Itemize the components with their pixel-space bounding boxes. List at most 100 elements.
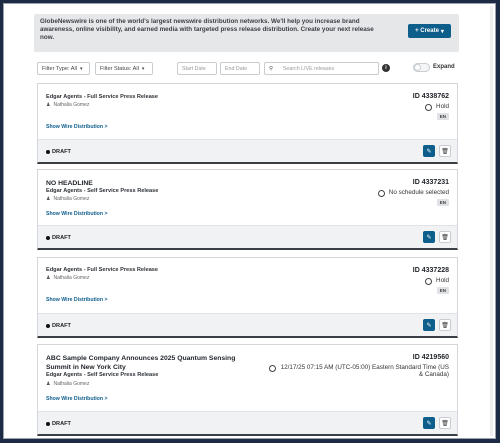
author: ♟ Nathalia Gomez bbox=[46, 275, 89, 281]
status-badge: DRAFT bbox=[46, 323, 71, 329]
release-card: Edgar Agents - Full Service Press Releas… bbox=[37, 83, 458, 164]
clock-icon bbox=[425, 278, 433, 285]
filter-status-select[interactable]: Filter Status: All ▾ bbox=[95, 62, 153, 75]
trash-icon: 🗑 bbox=[441, 234, 449, 241]
release-card: NO HEADLINE Edgar Agents - Self Service … bbox=[37, 169, 458, 250]
person-icon: ♟ bbox=[46, 196, 51, 202]
release-type: Edgar Agents - Self Service Press Releas… bbox=[46, 188, 159, 194]
release-card: ABC Sample Company Announces 2025 Quantu… bbox=[37, 344, 458, 436]
release-id: ID 4338762 bbox=[412, 93, 449, 100]
app-window: GlobeNewswire is one of the world's larg… bbox=[3, 3, 496, 439]
person-icon: ♟ bbox=[46, 275, 51, 281]
pencil-icon: ✎ bbox=[426, 234, 432, 241]
info-icon[interactable]: i bbox=[382, 64, 390, 72]
end-date-input[interactable]: End Date bbox=[220, 62, 260, 75]
search-input[interactable]: ⚲ Search LIVE releases bbox=[264, 62, 379, 75]
schedule: 12/17/25 07:15 AM (UTC-05:00) Eastern St… bbox=[269, 364, 449, 378]
search-placeholder: Search LIVE releases bbox=[282, 65, 335, 72]
release-headline: ABC Sample Company Announces 2025 Quantu… bbox=[46, 355, 236, 371]
delete-button[interactable]: 🗑 bbox=[439, 319, 451, 331]
status-dot-icon bbox=[46, 236, 50, 240]
release-id: ID 4337228 bbox=[412, 267, 449, 274]
pencil-icon: ✎ bbox=[426, 420, 432, 427]
search-icon: ⚲ bbox=[269, 65, 273, 72]
trash-icon: 🗑 bbox=[441, 420, 449, 427]
chevron-down-icon: ▾ bbox=[440, 28, 444, 35]
person-icon: ♟ bbox=[46, 102, 51, 108]
pencil-icon: ✎ bbox=[426, 148, 432, 155]
clock-icon bbox=[269, 365, 276, 372]
schedule-text: Hold bbox=[436, 277, 449, 284]
release-type: Edgar Agents - Full Service Press Releas… bbox=[46, 267, 159, 273]
author-name: Nathalia Gomez bbox=[53, 381, 90, 387]
author-name: Nathalia Gomez bbox=[53, 102, 90, 108]
status-dot-icon bbox=[46, 422, 50, 426]
status-text: DRAFT bbox=[52, 149, 71, 155]
banner-text: GlobeNewswire is one of the world's larg… bbox=[40, 18, 374, 41]
status-badge: DRAFT bbox=[46, 235, 71, 241]
start-date-input[interactable]: Start Date bbox=[177, 62, 217, 75]
card-footer: DRAFT ✎ 🗑 bbox=[38, 411, 457, 434]
author: ♟ Nathalia Gomez bbox=[46, 196, 89, 202]
schedule-text: 12/17/25 07:15 AM (UTC-05:00) Eastern St… bbox=[280, 364, 449, 378]
language-badge: EN bbox=[436, 287, 449, 294]
status-dot-icon bbox=[46, 150, 50, 154]
status-badge: DRAFT bbox=[46, 421, 71, 427]
card-footer: DRAFT ✎ 🗑 bbox=[38, 225, 457, 248]
edit-button[interactable]: ✎ bbox=[423, 145, 435, 157]
edit-button[interactable]: ✎ bbox=[423, 231, 435, 243]
show-wire-distribution-link[interactable]: Show Wire Distribution > bbox=[46, 211, 108, 217]
schedule-text: Hold bbox=[436, 103, 449, 110]
author: ♟ Nathalia Gomez bbox=[46, 102, 89, 108]
person-icon: ♟ bbox=[46, 381, 51, 387]
filter-type-select[interactable]: Filter Type: All ▾ bbox=[37, 62, 90, 75]
status-dot-icon bbox=[46, 324, 50, 328]
filter-bar: Filter Type: All ▾ Filter Status: All ▾ St… bbox=[37, 62, 457, 76]
filter-status-label: Filter Status: All bbox=[100, 65, 139, 72]
schedule-text: No schedule selected bbox=[388, 189, 449, 196]
edit-button[interactable]: ✎ bbox=[423, 417, 435, 429]
status-badge: DRAFT bbox=[46, 149, 71, 155]
clock-icon bbox=[425, 104, 433, 111]
delete-button[interactable]: 🗑 bbox=[439, 145, 451, 157]
chevron-down-icon: ▾ bbox=[80, 65, 83, 72]
author-name: Nathalia Gomez bbox=[53, 196, 90, 202]
schedule: Hold bbox=[425, 277, 449, 285]
trash-icon: 🗑 bbox=[441, 322, 449, 329]
scrollbar[interactable] bbox=[490, 6, 493, 436]
card-footer: DRAFT ✎ 🗑 bbox=[38, 139, 457, 162]
language-badge: EN bbox=[436, 199, 449, 206]
trash-icon: 🗑 bbox=[441, 148, 449, 155]
language-badge: EN bbox=[436, 113, 449, 120]
expand-label: Expand bbox=[433, 64, 455, 70]
show-wire-distribution-link[interactable]: Show Wire Distribution > bbox=[46, 396, 108, 402]
expand-toggle[interactable] bbox=[413, 63, 430, 72]
release-headline: NO HEADLINE bbox=[46, 180, 93, 187]
release-card: Edgar Agents - Full Service Press Releas… bbox=[37, 257, 458, 338]
release-type: Edgar Agents - Self Service Press Releas… bbox=[46, 372, 159, 378]
show-wire-distribution-link[interactable]: Show Wire Distribution > bbox=[46, 124, 108, 130]
create-label: + Create bbox=[415, 28, 439, 34]
toggle-knob bbox=[414, 64, 421, 71]
card-footer: DRAFT ✎ 🗑 bbox=[38, 313, 457, 336]
release-id: ID 4337231 bbox=[412, 179, 449, 186]
release-type: Edgar Agents - Full Service Press Releas… bbox=[46, 94, 159, 100]
release-id: ID 4219560 bbox=[412, 354, 449, 361]
clock-icon bbox=[377, 190, 385, 197]
author-name: Nathalia Gomez bbox=[53, 275, 90, 281]
filter-type-label: Filter Type: All bbox=[42, 65, 78, 72]
delete-button[interactable]: 🗑 bbox=[439, 231, 451, 243]
chevron-down-icon: ▾ bbox=[141, 65, 145, 72]
show-wire-distribution-link[interactable]: Show Wire Distribution > bbox=[46, 297, 108, 303]
status-text: DRAFT bbox=[52, 235, 71, 241]
schedule: Hold bbox=[425, 103, 449, 111]
delete-button[interactable]: 🗑 bbox=[439, 417, 451, 429]
create-button[interactable]: + Create ▾ bbox=[408, 24, 451, 38]
pencil-icon: ✎ bbox=[426, 322, 432, 329]
schedule: No schedule selected bbox=[377, 189, 449, 197]
promo-banner: GlobeNewswire is one of the world's larg… bbox=[34, 14, 459, 52]
status-text: DRAFT bbox=[52, 323, 71, 329]
edit-button[interactable]: ✎ bbox=[423, 319, 435, 331]
author: ♟ Nathalia Gomez bbox=[46, 381, 89, 387]
status-text: DRAFT bbox=[52, 421, 71, 427]
